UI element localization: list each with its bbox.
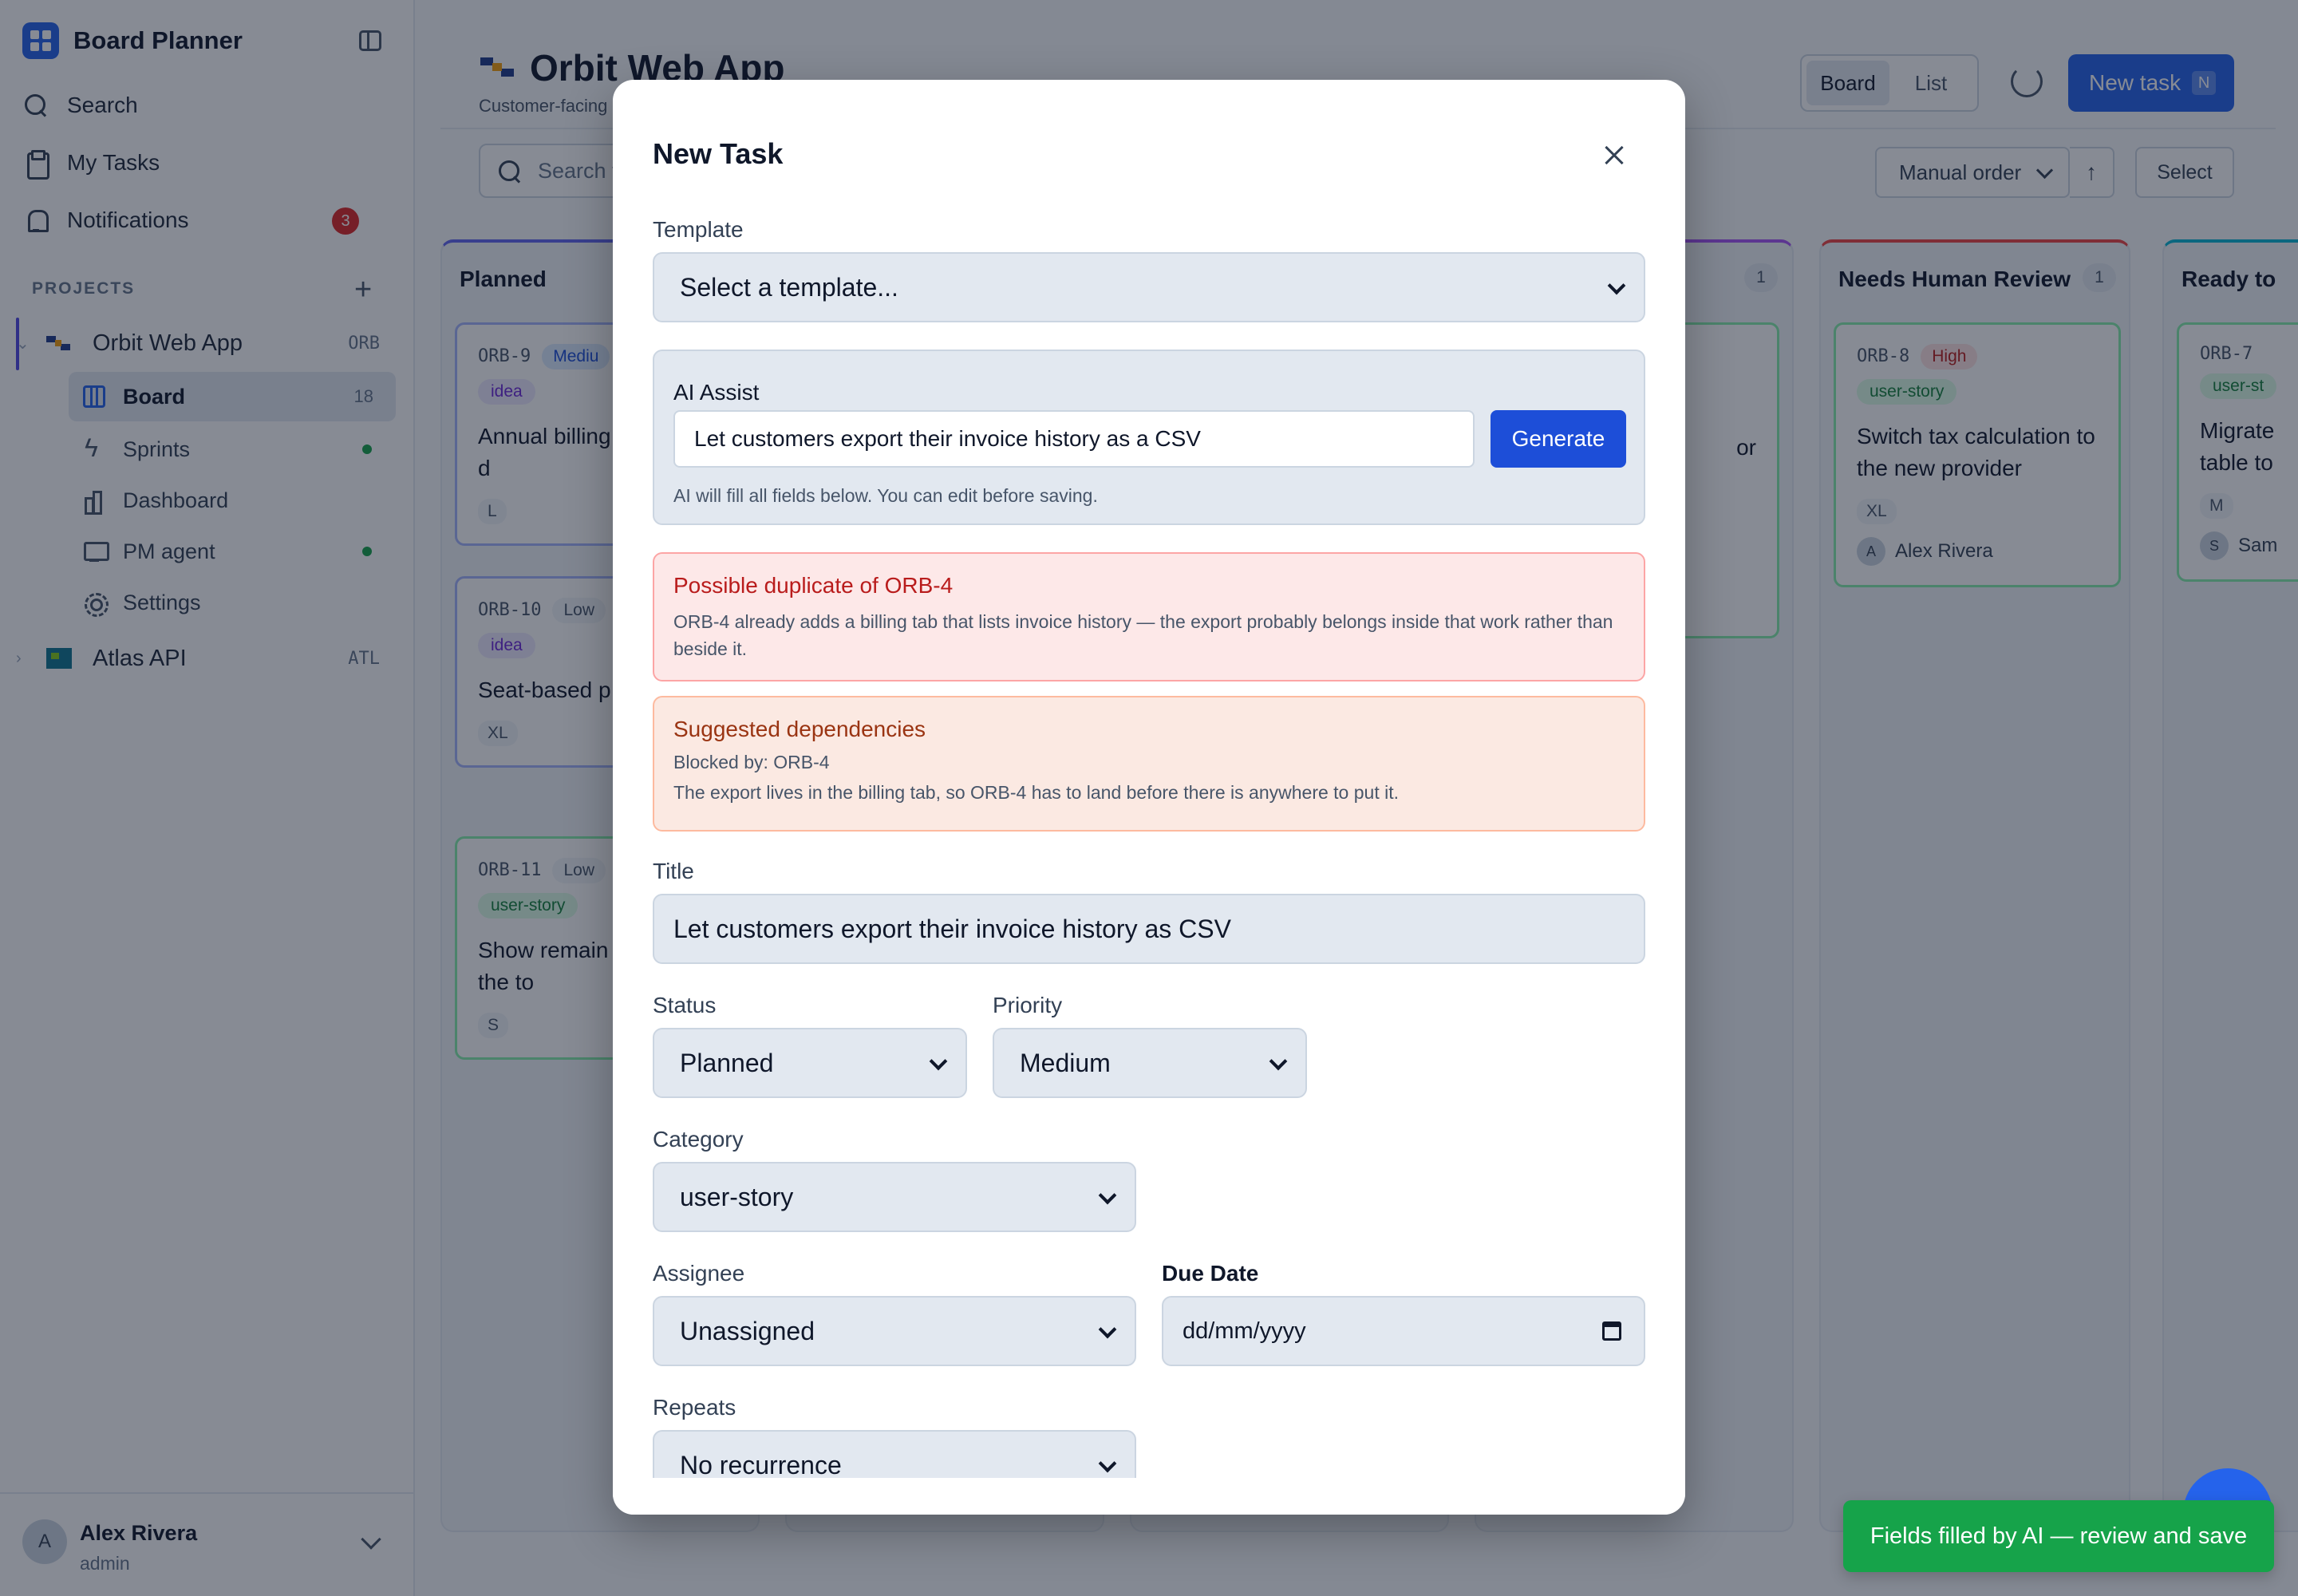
- due-date-placeholder: dd/mm/yyyy: [1183, 1317, 1306, 1344]
- template-select[interactable]: Select a template...: [653, 252, 1645, 322]
- duplicate-body: ORB-4 already adds a billing tab that li…: [673, 611, 1613, 659]
- calendar-icon[interactable]: [1602, 1321, 1621, 1341]
- new-task-modal: New Task Template Select a template... A…: [613, 80, 1685, 1515]
- priority-select[interactable]: Medium: [993, 1028, 1307, 1098]
- status-select[interactable]: Planned: [653, 1028, 967, 1098]
- due-date-label: Due Date: [1162, 1261, 1259, 1286]
- duplicate-warning: Possible duplicate of ORB-4 ORB-4 alread…: [653, 552, 1645, 681]
- assignee-select[interactable]: Unassigned: [653, 1296, 1136, 1366]
- dependencies-title: Suggested dependencies: [673, 717, 926, 741]
- priority-label: Priority: [993, 993, 1063, 1017]
- modal-title: New Task: [653, 137, 784, 170]
- dependencies-body: The export lives in the billing tab, so …: [673, 782, 1399, 803]
- repeats-label: Repeats: [653, 1395, 736, 1420]
- category-select[interactable]: user-story: [653, 1162, 1136, 1232]
- ai-hint: AI will fill all fields below. You can e…: [673, 485, 1098, 506]
- template-label: Template: [653, 217, 744, 242]
- modal-footer-edge: [613, 1478, 1685, 1515]
- close-icon[interactable]: [1599, 140, 1631, 172]
- ai-assist-label: AI Assist: [673, 380, 760, 405]
- due-date-input[interactable]: dd/mm/yyyy: [1162, 1296, 1645, 1366]
- blocked-by: Blocked by: ORB-4: [673, 752, 830, 772]
- status-label: Status: [653, 993, 717, 1017]
- title-label: Title: [653, 859, 694, 883]
- generate-button[interactable]: Generate: [1491, 410, 1626, 468]
- assignee-label: Assignee: [653, 1261, 745, 1286]
- duplicate-title: Possible duplicate of ORB-4: [673, 573, 954, 598]
- dependencies-panel: Suggested dependencies Blocked by: ORB-4…: [653, 696, 1645, 832]
- ai-prompt-input[interactable]: Let customers export their invoice histo…: [673, 410, 1475, 468]
- ai-filled-toast: Fields filled by AI — review and save: [1843, 1500, 2274, 1572]
- ai-assist-panel: AI Assist Let customers export their inv…: [653, 350, 1645, 525]
- title-input[interactable]: Let customers export their invoice histo…: [653, 894, 1645, 964]
- category-label: Category: [653, 1127, 744, 1152]
